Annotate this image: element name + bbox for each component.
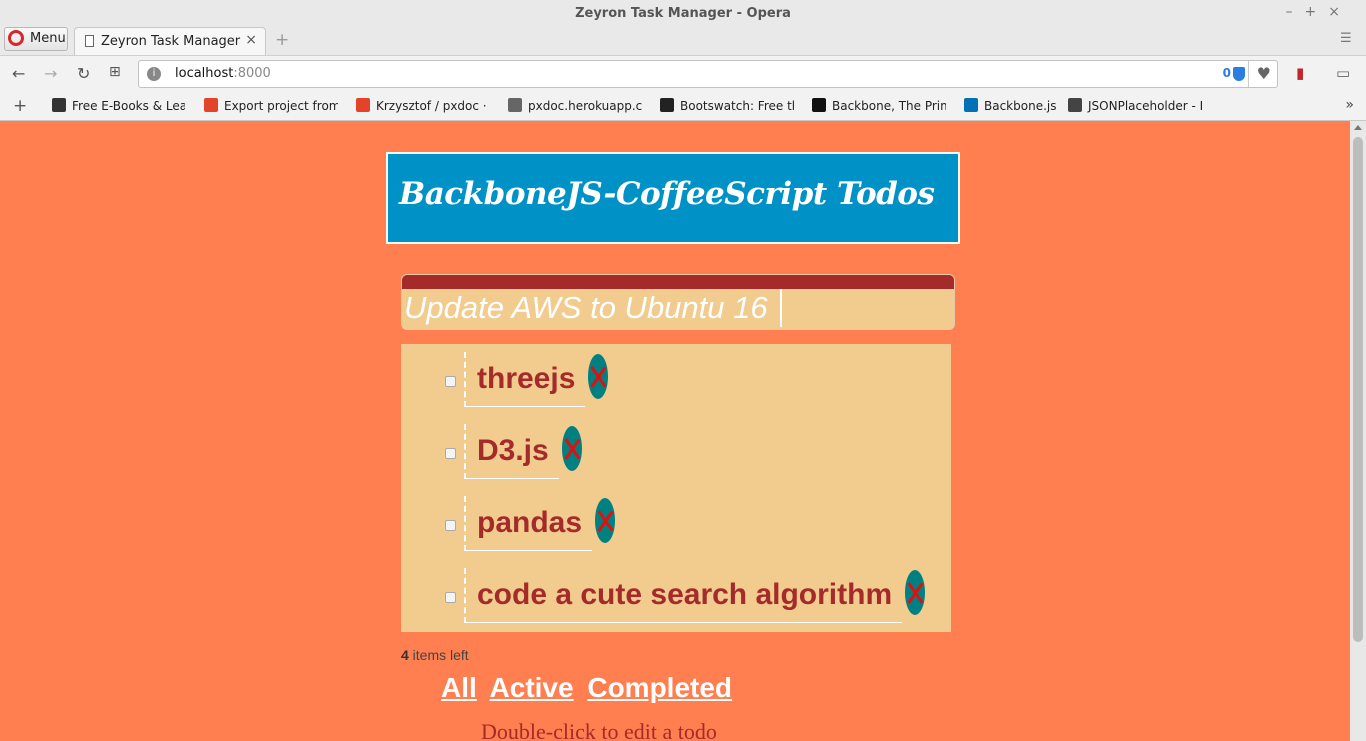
todo-item: code a cute search algorithm xyxy=(401,560,951,632)
todo-label-box[interactable]: pandas xyxy=(464,496,593,551)
todo-text: code a cute search algorithm xyxy=(477,578,893,611)
todo-checkbox[interactable] xyxy=(445,520,456,531)
todo-checkbox[interactable] xyxy=(445,448,456,459)
battery-saver-icon[interactable]: ▭ xyxy=(1336,64,1350,82)
new-tab-icon[interactable]: + xyxy=(275,30,289,50)
page-icon xyxy=(85,35,94,47)
json-icon xyxy=(1068,98,1082,112)
todo-text: D3.js xyxy=(477,434,549,467)
close-window-icon[interactable]: × xyxy=(1328,4,1352,20)
backbone-icon xyxy=(964,98,978,112)
bootswatch-icon xyxy=(660,98,674,112)
filter-completed-link[interactable]: Completed xyxy=(587,672,732,703)
browser-toolbar: ← → ↻ ⊞ i localhost:8000 0 ♥ ▮ ▭ xyxy=(0,55,1366,93)
todo-count-suffix: items left xyxy=(408,647,469,663)
new-todo-container xyxy=(401,274,955,330)
todo-list: threejs D3.js pandas code a cute search … xyxy=(401,344,951,632)
menu-label: Menu xyxy=(30,31,66,46)
window-controls: –+× xyxy=(1286,4,1352,20)
page-scrollbar[interactable] xyxy=(1350,121,1366,741)
bookmark-item[interactable]: Free E-Books & Lear xyxy=(52,98,185,113)
filter-all-link[interactable]: All xyxy=(441,672,477,703)
todo-checkbox[interactable] xyxy=(445,376,456,387)
opera-menu-button[interactable]: Menu xyxy=(4,27,68,51)
speed-dial-icon[interactable]: ⊞ xyxy=(109,64,121,80)
todo-count: 4 items left xyxy=(401,647,469,663)
bookmark-item[interactable]: pxdoc.herokuapp.co xyxy=(508,98,642,113)
todo-label-box[interactable]: code a cute search algorithm xyxy=(464,568,903,623)
tab-menu-icon[interactable]: ☰ xyxy=(1340,31,1354,46)
bookmark-item[interactable]: Export project from xyxy=(204,98,338,113)
close-tab-icon[interactable]: × xyxy=(245,32,257,48)
forward-icon[interactable]: → xyxy=(44,64,57,83)
page-icon xyxy=(508,98,522,112)
github-icon xyxy=(812,98,826,112)
ad-block-shield-icon[interactable] xyxy=(1233,67,1245,81)
address-bar[interactable]: i localhost:8000 0 ♥ xyxy=(138,60,1278,88)
todo-text: pandas xyxy=(477,506,583,539)
tab-strip: Menu Zeyron Task Manager × + ☰ xyxy=(0,27,1366,55)
reload-icon[interactable]: ↻ xyxy=(77,64,90,83)
edit-hint: Double-click to edit a todo xyxy=(481,719,717,741)
delete-todo-icon[interactable] xyxy=(588,354,608,399)
delete-todo-icon[interactable] xyxy=(595,498,615,543)
todo-label-box[interactable]: D3.js xyxy=(464,424,559,479)
scroll-up-icon[interactable] xyxy=(1354,125,1362,130)
todo-item: D3.js xyxy=(401,416,951,488)
bookmark-item[interactable]: Backbone, The Prim xyxy=(812,98,946,113)
blocked-count: 0 xyxy=(1222,66,1231,80)
filters: All Active Completed xyxy=(441,672,738,704)
minimize-icon[interactable]: – xyxy=(1286,4,1305,20)
tab-active[interactable]: Zeyron Task Manager × xyxy=(74,27,266,55)
todo-label-box[interactable]: threejs xyxy=(464,352,586,407)
filter-active-link[interactable]: Active xyxy=(490,672,574,703)
app-header: BackboneJS-CoffeeScript Todos xyxy=(386,152,960,244)
extension-icon[interactable]: ▮ xyxy=(1296,64,1304,82)
todo-count-number: 4 xyxy=(401,647,409,663)
tab-label: Zeyron Task Manager xyxy=(101,34,241,49)
page-viewport: BackboneJS-CoffeeScript Todos threejs D3… xyxy=(0,121,1350,741)
bookmark-item[interactable]: JSONPlaceholder - F xyxy=(1068,98,1202,113)
bookmark-item[interactable]: Krzysztof / pxdoc · G xyxy=(356,98,490,113)
todo-text: threejs xyxy=(477,362,576,395)
todo-item: threejs xyxy=(401,344,951,416)
gitlab-icon xyxy=(356,98,370,112)
input-top-band xyxy=(402,275,954,289)
scrollbar-thumb[interactable] xyxy=(1353,137,1363,642)
window-title: Zeyron Task Manager - Opera xyxy=(575,6,791,21)
back-icon[interactable]: ← xyxy=(12,64,25,83)
site-info-icon[interactable]: i xyxy=(147,67,161,81)
delete-todo-icon[interactable] xyxy=(562,426,582,471)
add-bookmark-icon[interactable]: + xyxy=(13,96,27,116)
bookmark-item[interactable]: Bootswatch: Free the xyxy=(660,98,794,113)
urlbar-divider xyxy=(1248,61,1249,87)
bookmark-item[interactable]: Backbone.js xyxy=(964,98,1056,113)
new-todo-input[interactable] xyxy=(402,289,782,327)
window-titlebar: Zeyron Task Manager - Opera –+× xyxy=(0,0,1366,27)
bookmark-favicon-icon xyxy=(52,98,66,112)
more-bookmarks-icon[interactable]: » xyxy=(1345,97,1354,113)
opera-logo-icon xyxy=(8,30,24,46)
delete-todo-icon[interactable] xyxy=(905,570,925,615)
todo-item: pandas xyxy=(401,488,951,560)
url-text[interactable]: localhost:8000 xyxy=(175,66,271,81)
app-title: BackboneJS-CoffeeScript Todos xyxy=(399,176,935,212)
bookmark-heart-icon[interactable]: ♥ xyxy=(1257,64,1271,83)
todo-checkbox[interactable] xyxy=(445,592,456,603)
maximize-icon[interactable]: + xyxy=(1305,4,1329,20)
bookmarks-bar: + Free E-Books & Lear Export project fro… xyxy=(0,92,1366,121)
gitlab-icon xyxy=(204,98,218,112)
